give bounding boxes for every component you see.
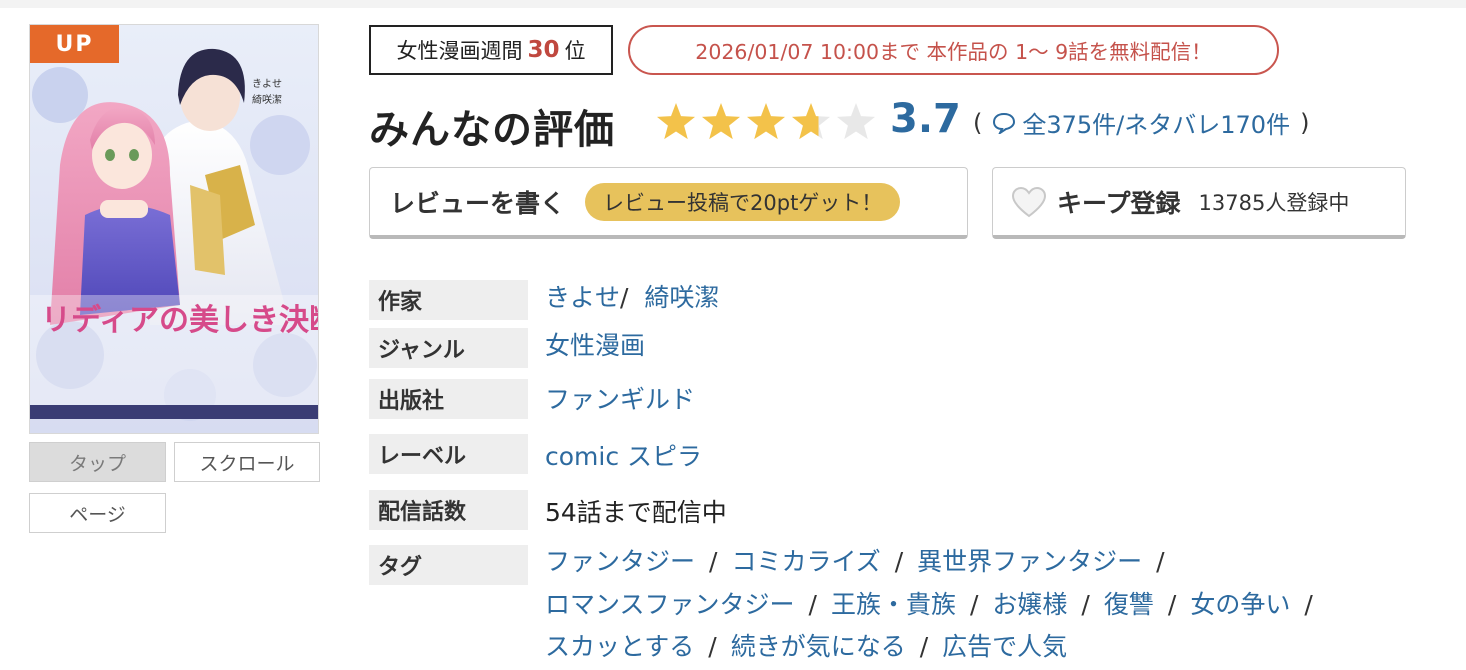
star-icon	[701, 103, 741, 140]
tag-link[interactable]: ロマンスファンタジー	[545, 590, 795, 619]
author-link-1[interactable]: きよせ	[545, 283, 620, 312]
view-mode-scroll-button[interactable]: スクロール	[174, 442, 320, 482]
rank-suffix: 位	[564, 39, 586, 63]
write-review-label: レビューを書く	[390, 188, 566, 218]
keep-register-button[interactable]: キープ登録 13785人登録中	[992, 167, 1406, 239]
review-count: 全375件/ネタバレ170件	[1022, 111, 1291, 139]
genre-link[interactable]: 女性漫画	[545, 326, 645, 362]
author-label: 作家	[369, 280, 528, 320]
up-badge: UP	[30, 25, 119, 63]
cover-illustration: きよせ 綺咲潔 リディアの美しき決断	[30, 25, 318, 433]
genre-label: ジャンル	[369, 328, 528, 368]
tag-link[interactable]: 女の争い	[1190, 590, 1290, 619]
star-icon	[746, 103, 786, 140]
author-value: きよせ/ 綺咲潔	[545, 278, 719, 314]
tag-separator: /	[709, 547, 718, 576]
tag-link[interactable]: 続きが気になる	[731, 632, 906, 661]
tag-separator: /	[894, 547, 904, 576]
publisher-label: 出版社	[369, 379, 528, 419]
author-separator: /	[620, 283, 629, 312]
top-strip	[0, 0, 1466, 8]
cover-credit-2: 綺咲潔	[252, 93, 282, 106]
view-mode-tap-button[interactable]: タップ	[29, 442, 166, 482]
episodes-label: 配信話数	[369, 490, 528, 530]
cover-title-lettering: リディアの美しき決断	[41, 303, 318, 338]
tag-link[interactable]: コミカライズ	[731, 547, 880, 576]
tag-line-2: ロマンスファンタジー / 王族・貴族 / お嬢様 / 復讐 / 女の争い /	[545, 585, 1327, 621]
weekly-rank-badge[interactable]: 女性漫画週間 30 位	[369, 25, 613, 75]
close-paren: )	[1300, 108, 1310, 137]
write-review-button[interactable]: レビューを書く レビュー投稿で20ptゲット！	[369, 167, 968, 239]
tag-separator: /	[919, 632, 929, 661]
tag-line-1: ファンタジー / コミカライズ / 異世界ファンタジー /	[545, 542, 1179, 578]
rating-title: みんなの評価	[369, 107, 615, 153]
open-paren: (	[973, 108, 983, 137]
tag-separator: /	[808, 590, 817, 619]
tag-link[interactable]: お嬢様	[992, 590, 1067, 619]
review-count-link[interactable]: ( 全375件/ネタバレ170件 )	[973, 105, 1309, 140]
keep-register-count: 13785人登録中	[1198, 190, 1350, 215]
view-mode-page-button[interactable]: ページ	[29, 493, 166, 533]
star-icon	[656, 103, 696, 140]
episodes-value: 54話まで配信中	[545, 498, 727, 527]
rating-stars	[656, 103, 876, 140]
heart-icon	[1011, 186, 1047, 217]
tag-separator: /	[1156, 547, 1165, 576]
tag-separator: /	[1304, 590, 1313, 619]
tag-link[interactable]: 広告で人気	[942, 632, 1067, 661]
review-promo-badge: レビュー投稿で20ptゲット！	[585, 182, 901, 221]
rating-score: 3.7	[890, 96, 961, 142]
tag-link[interactable]: 復讐	[1104, 590, 1154, 619]
tag-link[interactable]: 異世界ファンタジー	[917, 547, 1142, 576]
author-link-2[interactable]: 綺咲潔	[644, 283, 719, 312]
tag-link[interactable]: ファンタジー	[545, 547, 695, 576]
cover-image[interactable]: きよせ 綺咲潔 リディアの美しき決断 UP	[29, 24, 319, 434]
star-icon	[836, 103, 876, 140]
label-link[interactable]: comic スピラ	[545, 437, 702, 473]
rank-prefix: 女性漫画週間	[396, 39, 523, 63]
tag-link[interactable]: スカッとする	[545, 632, 694, 661]
cover-credit-1: きよせ	[252, 78, 282, 90]
free-episodes-notice: 2026/01/07 10:00まで 本作品の 1〜 9話を無料配信！	[628, 25, 1279, 75]
keep-register-label: キープ登録	[1057, 188, 1181, 218]
publisher-link[interactable]: ファンギルド	[545, 380, 695, 416]
tag-separator: /	[969, 590, 979, 619]
tag-line-3: スカッとする / 続きが気になる / 広告で人気	[545, 627, 1067, 663]
label-label: レーベル	[369, 434, 528, 474]
comment-bubble-icon	[993, 112, 1016, 134]
tag-link[interactable]: 王族・貴族	[831, 590, 956, 619]
tag-separator: /	[708, 632, 717, 661]
tag-separator: /	[1167, 590, 1177, 619]
tag-separator: /	[1081, 590, 1090, 619]
tags-label: タグ	[369, 545, 528, 585]
star-icon	[791, 103, 831, 140]
rank-number: 30	[527, 37, 560, 63]
